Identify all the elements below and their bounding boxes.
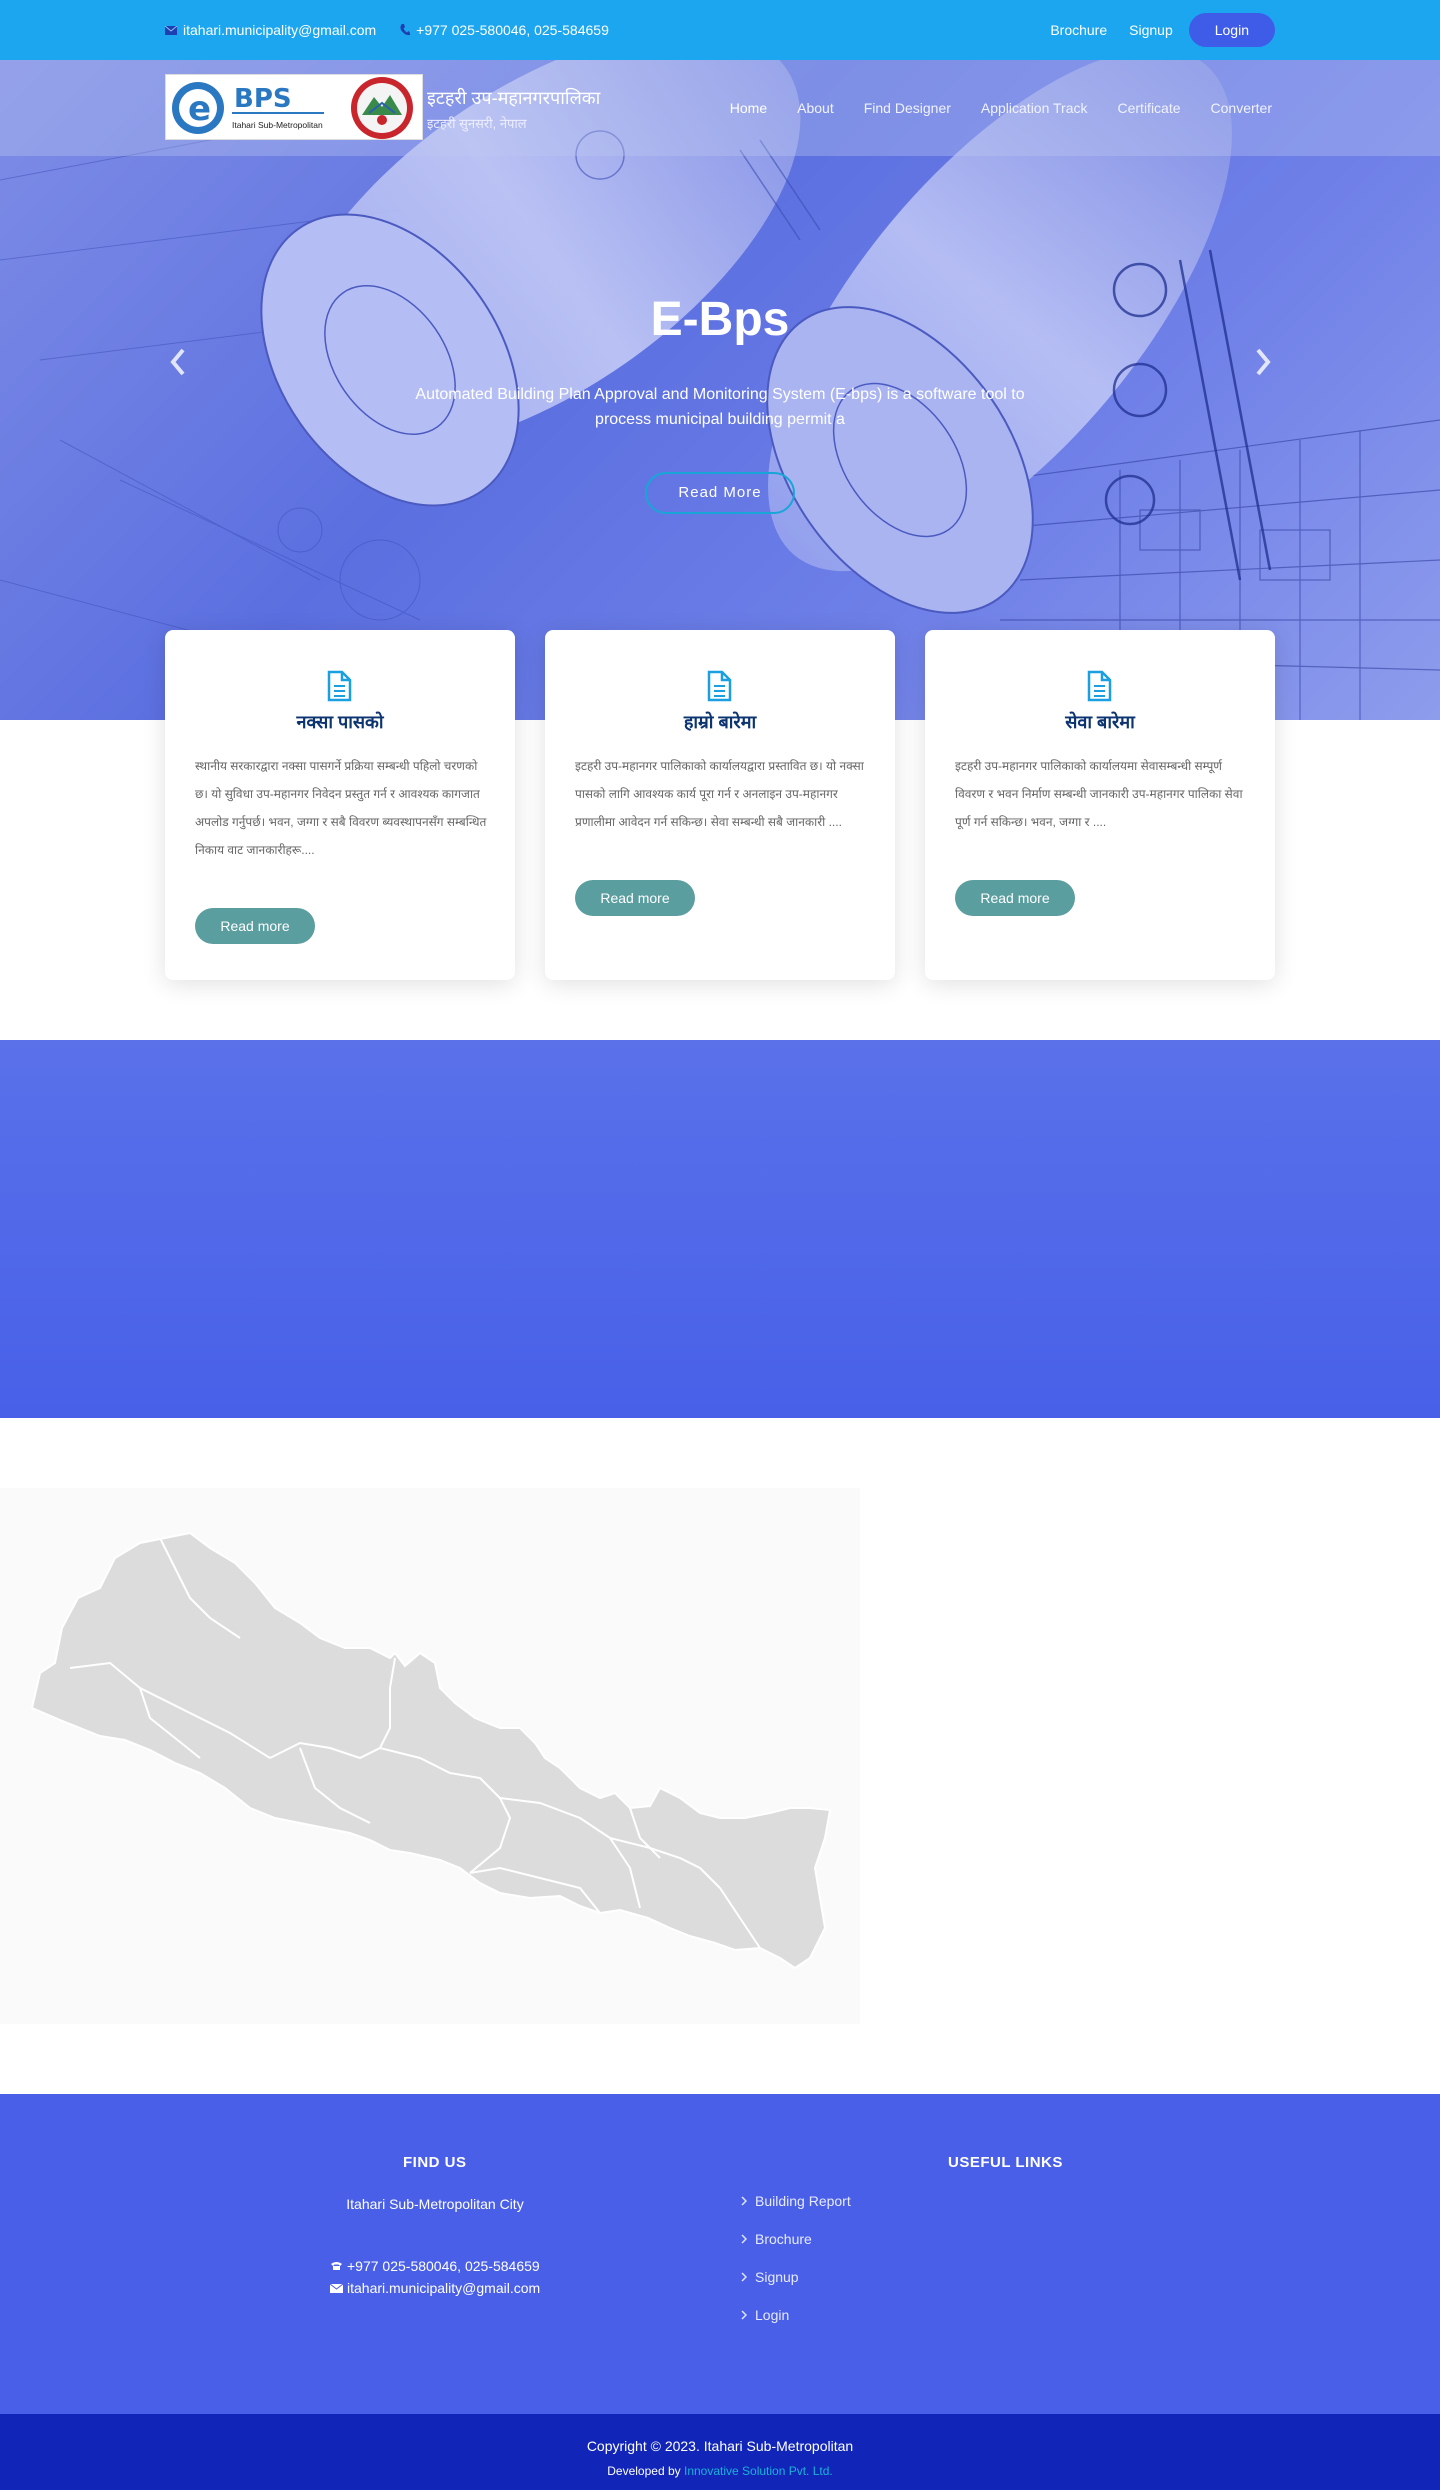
- envelope-icon: [330, 2283, 343, 2293]
- card-title: हाम्रो बारेमा: [683, 712, 757, 732]
- document-icon: [707, 670, 732, 702]
- nav-links: Home About Find Designer Application Tra…: [700, 60, 1272, 156]
- main-navbar: e BPS Itahari Sub-Metropolitan इटहरी उप-…: [0, 60, 1440, 156]
- top-contact: itahari.municipality@gmail.com +977 025-…: [165, 0, 633, 60]
- footer-link-signup[interactable]: Signup: [741, 2269, 799, 2285]
- footer-link-label: Signup: [755, 2269, 799, 2285]
- footer-bottom-bar: Copyright © 2023. Itahari Sub-Metropolit…: [0, 2414, 1440, 2490]
- card-title: नक्सा पासको: [296, 712, 384, 732]
- service-card: सेवा बारेमा इटहरी उप-महानगर पालिकाको कार…: [925, 630, 1275, 980]
- card-text: इटहरी उप-महानगर पालिकाको कार्यालयद्वारा …: [575, 759, 864, 829]
- site-subtitle: इटहरी सुनसरी, नेपाल: [427, 116, 527, 131]
- footer-link-label: Building Report: [755, 2193, 851, 2209]
- card-text: इटहरी उप-महानगर पालिकाको कार्यालयमा सेवा…: [955, 759, 1243, 829]
- chevron-right-icon: [741, 2310, 747, 2320]
- hero-description: Automated Building Plan Approval and Mon…: [415, 386, 1025, 428]
- hero-carousel: e BPS Itahari Sub-Metropolitan इटहरी उप-…: [0, 60, 1440, 720]
- login-button[interactable]: Login: [1188, 13, 1275, 47]
- card-read-more-button[interactable]: Read more: [195, 908, 315, 944]
- telephone-icon: [331, 2262, 342, 2270]
- document-icon: [1087, 670, 1112, 702]
- carousel-next-icon[interactable]: [1248, 342, 1278, 382]
- footer-link-brochure[interactable]: Brochure: [741, 2231, 812, 2247]
- ebps-logo-graphic: e BPS Itahari Sub-Metropolitan: [172, 77, 413, 139]
- top-link-brochure[interactable]: Brochure: [1050, 22, 1107, 38]
- service-card: हाम्रो बारेमा इटहरी उप-महानगर पालिकाको क…: [545, 630, 895, 980]
- chevron-right-icon: [741, 2234, 747, 2244]
- site-title: इटहरी उप-महानगरपालिका: [427, 88, 601, 108]
- nav-certificate[interactable]: Certificate: [1118, 100, 1181, 116]
- svg-text:e: e: [188, 89, 211, 129]
- nav-converter[interactable]: Converter: [1211, 100, 1272, 116]
- top-link-signup[interactable]: Signup: [1129, 22, 1173, 38]
- footer-email[interactable]: itahari.municipality@gmail.com: [330, 2280, 540, 2296]
- nepal-map[interactable]: [0, 1488, 860, 2024]
- card-read-more-button[interactable]: Read more: [955, 880, 1075, 916]
- logo-sub-text: Itahari Sub-Metropolitan: [232, 120, 323, 130]
- footer-link-label: Brochure: [755, 2231, 812, 2247]
- card-read-more-button[interactable]: Read more: [575, 880, 695, 916]
- top-email-text: itahari.municipality@gmail.com: [183, 22, 377, 38]
- developer-credit: Developed by Innovative Solution Pvt. Lt…: [0, 2464, 1440, 2478]
- blue-band-section: [0, 1040, 1440, 1418]
- developer-company-link[interactable]: Innovative Solution Pvt. Ltd.: [684, 2464, 833, 2478]
- footer-phone: +977 025-580046, 025-584659: [330, 2258, 540, 2274]
- top-bar: itahari.municipality@gmail.com +977 025-…: [0, 0, 1440, 60]
- nav-home[interactable]: Home: [730, 100, 767, 116]
- document-icon: [327, 670, 352, 702]
- top-phone[interactable]: +977 025-580046, 025-584659: [400, 22, 609, 38]
- copyright-text: Copyright © 2023. Itahari Sub-Metropolit…: [586, 2438, 854, 2454]
- footer-email-text: itahari.municipality@gmail.com: [347, 2280, 541, 2296]
- nav-about[interactable]: About: [797, 100, 834, 116]
- footer-link-label: Login: [755, 2307, 790, 2323]
- phone-icon: [400, 24, 411, 36]
- top-email[interactable]: itahari.municipality@gmail.com: [165, 22, 376, 38]
- nepal-map-graphic: [30, 1531, 832, 1970]
- footer-find-us-title: FIND US: [403, 2154, 467, 2171]
- developed-by-label: Developed by: [607, 2464, 681, 2478]
- service-card: नक्सा पासको स्थानीय सरकारद्वारा नक्सा पा…: [165, 630, 515, 980]
- footer-useful-links-title: USEFUL LINKS: [948, 2154, 1063, 2171]
- card-text: स्थानीय सरकारद्वारा नक्सा पासगर्ने प्रक्…: [195, 759, 487, 857]
- carousel-prev-icon[interactable]: [163, 342, 193, 382]
- footer: FIND US Itahari Sub-Metropolitan City +9…: [0, 2094, 1440, 2414]
- footer-phone-text: +977 025-580046, 025-584659: [347, 2258, 540, 2274]
- chevron-right-icon: [741, 2196, 747, 2206]
- footer-link-building-report[interactable]: Building Report: [741, 2193, 851, 2209]
- top-phone-text: +977 025-580046, 025-584659: [416, 22, 609, 38]
- nav-application-track[interactable]: Application Track: [981, 100, 1088, 116]
- hero-title: E-Bps: [650, 293, 790, 346]
- hero-read-more-button[interactable]: Read More: [645, 472, 795, 514]
- logo-bps-text: BPS: [234, 84, 292, 114]
- chevron-right-icon: [741, 2272, 747, 2282]
- top-right-links: Brochure Signup Login: [1028, 0, 1275, 60]
- card-title: सेवा बारेमा: [1065, 712, 1135, 732]
- envelope-icon: [165, 25, 177, 35]
- footer-city: Itahari Sub-Metropolitan City: [346, 2196, 524, 2212]
- footer-link-login[interactable]: Login: [741, 2307, 789, 2323]
- nav-find-designer[interactable]: Find Designer: [864, 100, 951, 116]
- ebps-logo[interactable]: e BPS Itahari Sub-Metropolitan: [165, 74, 423, 140]
